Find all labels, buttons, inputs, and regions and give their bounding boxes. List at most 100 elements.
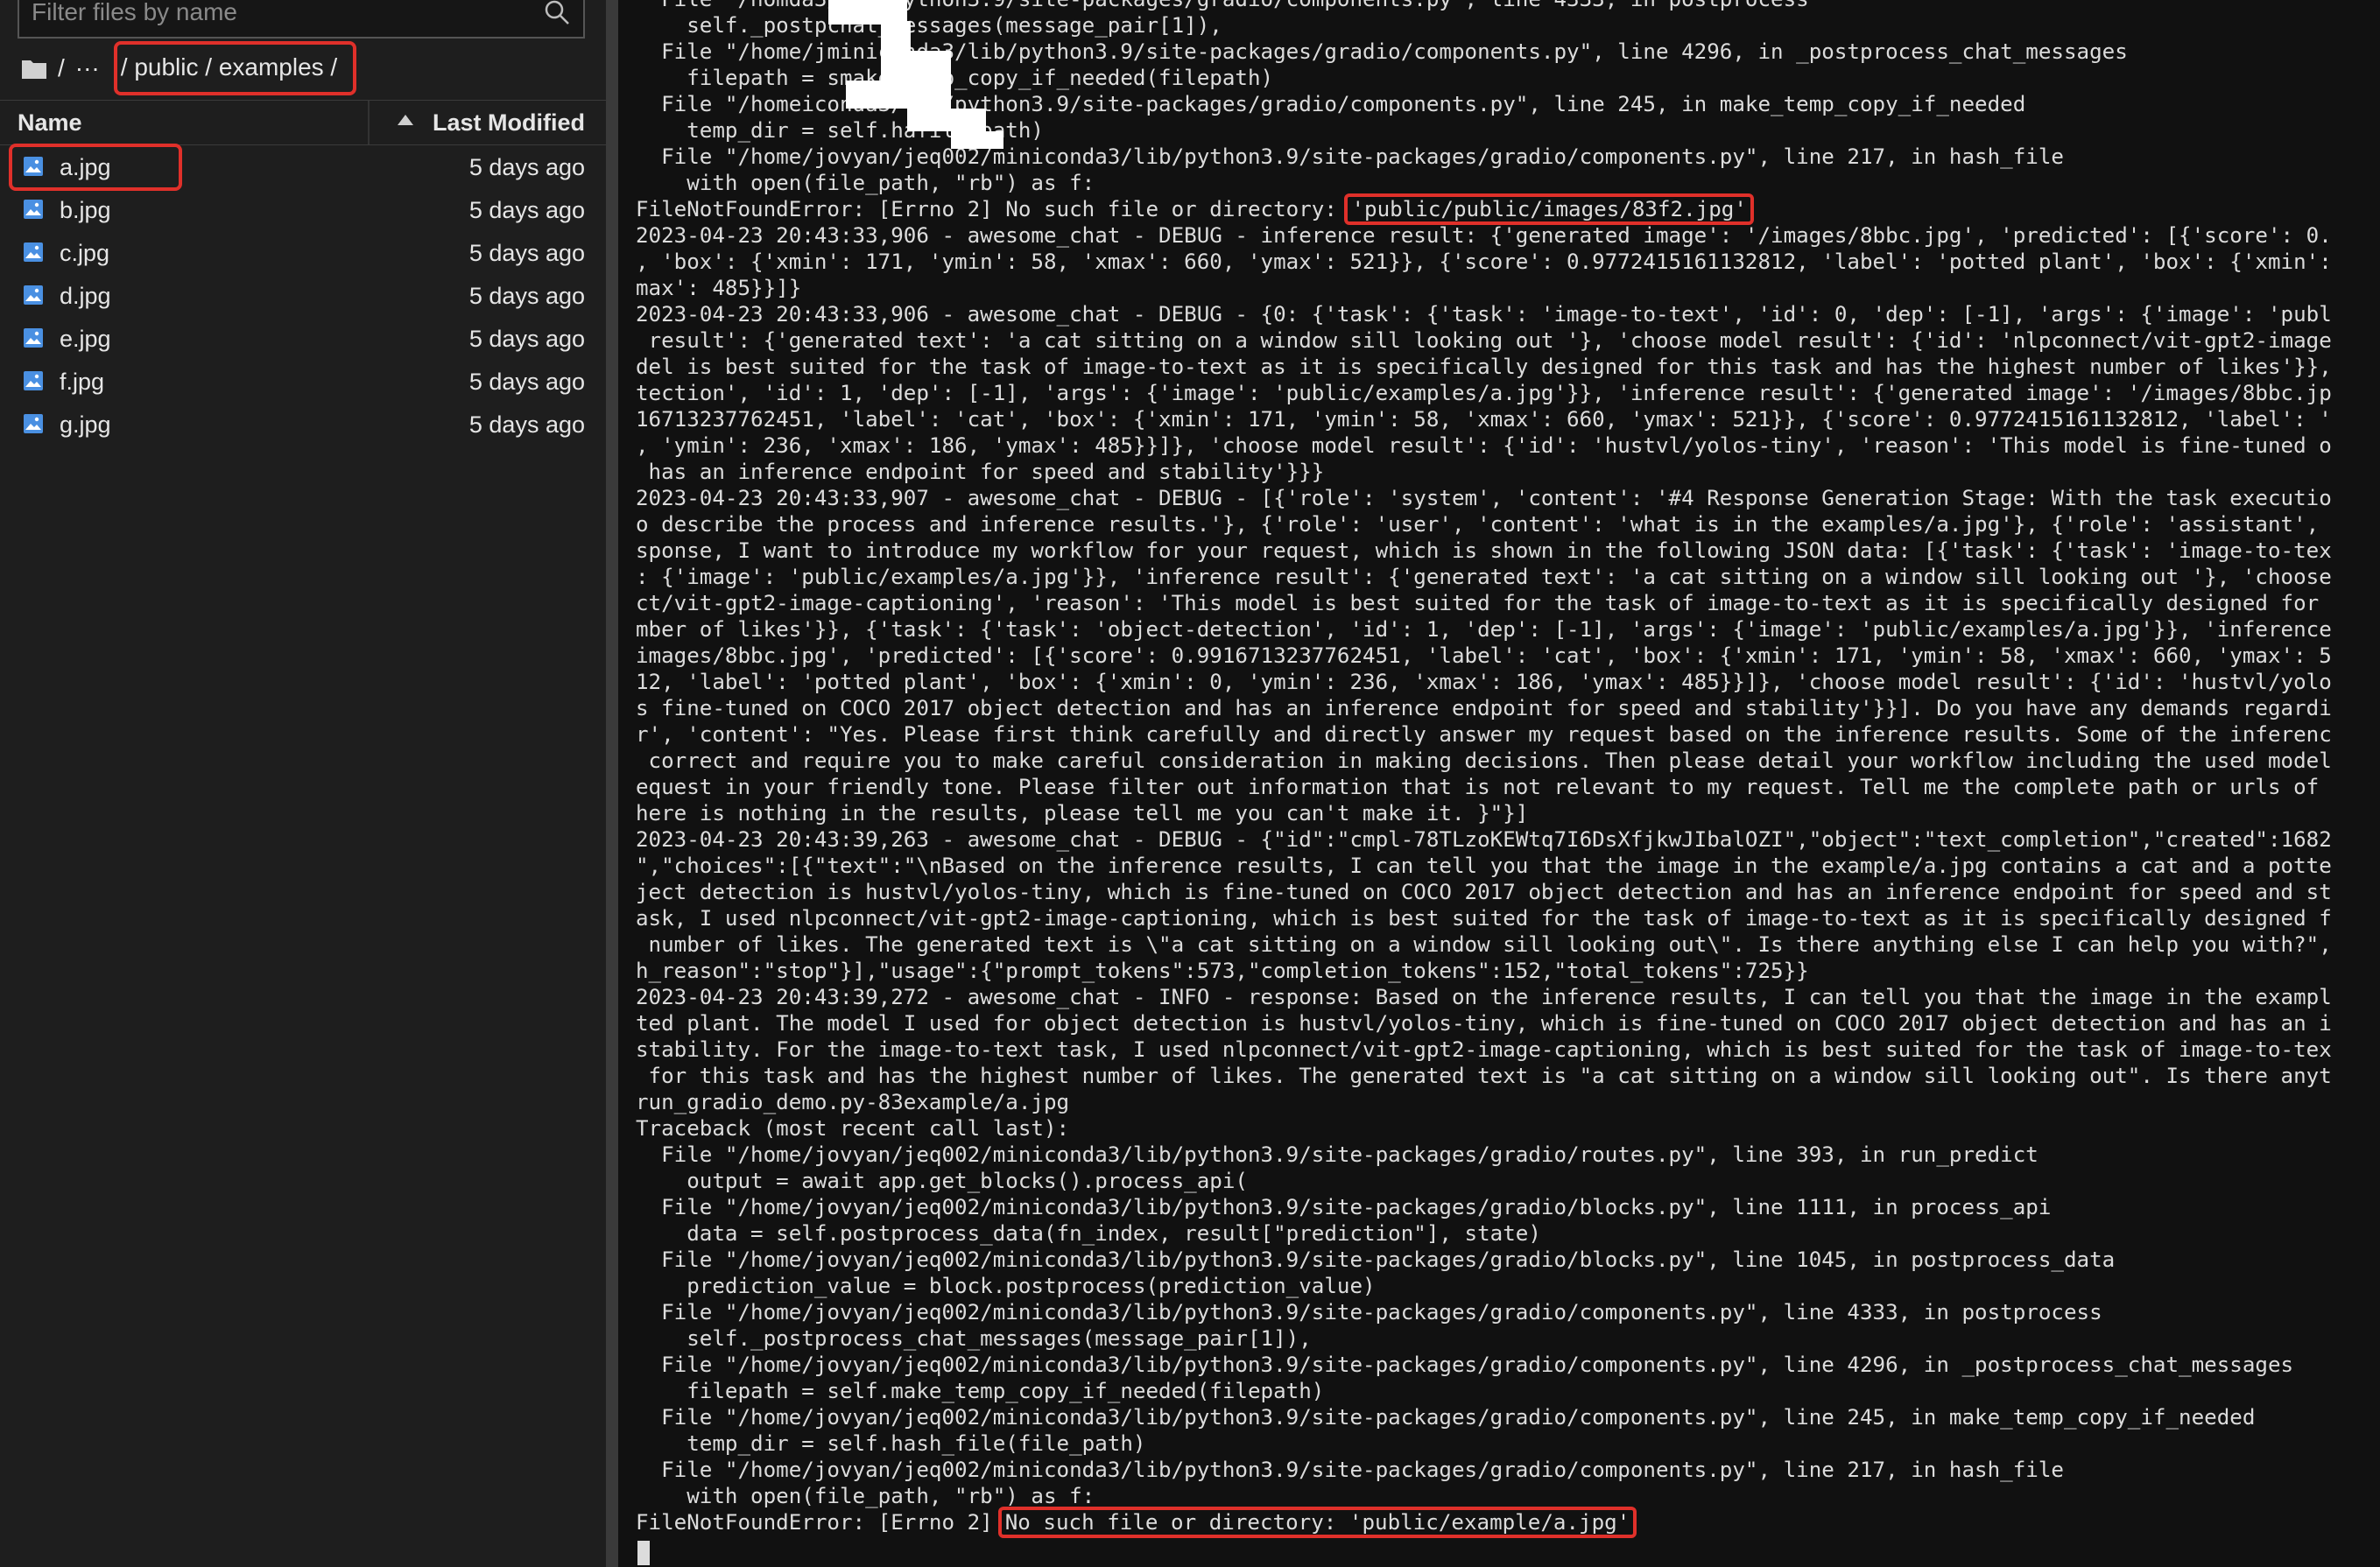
file-row-d-jpg[interactable]: d.jpg 5 days ago: [0, 274, 606, 317]
terminal-line: FileNotFoundError: [Errno 2] No such fil…: [636, 197, 1337, 221]
terminal-line: File "/hom: [636, 0, 789, 11]
terminal-line: 2023-04-23 20:43:33,906 - awesome_chat -…: [636, 302, 2332, 327]
file-row-e-jpg[interactable]: e.jpg 5 days ago: [0, 317, 606, 360]
terminal-line: data = self.postprocess_data(fn_index, r…: [636, 1221, 1541, 1246]
terminal-line: filepath = self.make_temp_copy_if_needed…: [636, 1379, 1325, 1403]
terminal-line: da3/lib/python3.9/site-packages/gradio/c…: [789, 0, 1809, 11]
file-row-a-jpg[interactable]: a.jpg 5 days ago: [0, 144, 606, 191]
terminal-line: number of likes. The generated text is \…: [636, 932, 2332, 957]
terminal-line: File "/home/jovyan/jeq002/miniconda3/lib…: [636, 144, 2064, 169]
file-modified: 5 days ago: [468, 283, 585, 309]
terminal-line: File "/home/jovyan/jeq002/miniconda3/lib…: [636, 1353, 2294, 1377]
file-row-f-jpg[interactable]: f.jpg 5 days ago: [0, 360, 606, 403]
file-row-g-jpg[interactable]: g.jpg 5 days ago: [0, 403, 606, 446]
file-name: a.jpg: [60, 154, 111, 180]
terminal-line: File "/home/jovyan/jeq002/miniconda3/lib…: [636, 1300, 2102, 1325]
terminal-line: File "/home/jovyan/jeq002/miniconda3/lib…: [636, 1247, 2116, 1272]
terminal-line: , 'ymin': 236, 'xmax': 186, 'ymax': 485}…: [636, 433, 2332, 458]
terminal-line: File "/home/jovyan/jeq002/miniconda3/lib…: [636, 1458, 2064, 1482]
terminal-line: Traceback (most recent call last):: [636, 1116, 1070, 1141]
terminal-line: 2023-04-23 20:43:33,907 - awesome_chat -…: [636, 486, 2332, 510]
image-file-icon: [24, 157, 43, 176]
redaction-block: [951, 131, 1003, 149]
terminal-line: sponse, I want to introduce my workflow …: [636, 538, 2332, 563]
breadcrumb: / ··· / public / examples /: [21, 41, 357, 95]
redaction-block: [881, 51, 951, 81]
terminal-line: File "/home: [636, 92, 802, 116]
image-file-icon: [24, 285, 43, 305]
terminal-line: correct and require you to make careful …: [636, 748, 2332, 773]
terminal-line: ask, I used nlpconnect/vit-gpt2-image-ca…: [636, 906, 2332, 931]
error-path-highlight: 'public/public/images/83f2.jpg': [1344, 193, 1754, 225]
image-file-icon: [24, 242, 43, 262]
terminal-line: for this task and has the highest number…: [636, 1064, 2332, 1088]
terminal-line: self._postp: [636, 13, 827, 38]
terminal-line: here is nothing in the results, please t…: [636, 801, 1529, 826]
file-browser-panel: / ··· / public / examples / Name Last Mo…: [0, 0, 606, 1567]
column-header-last-modified[interactable]: Last Modified: [433, 109, 585, 137]
file-modified: 5 days ago: [468, 240, 585, 266]
terminal-line: stability. For the image-to-text task, I…: [636, 1037, 2332, 1062]
breadcrumb-ellipsis[interactable]: ···: [75, 54, 100, 82]
terminal-line: 12, 'label': 'potted plant', 'box': {'xm…: [636, 670, 2332, 694]
filter-files-input[interactable]: [32, 0, 522, 30]
terminal-line: self._postprocess_chat_messages(message_…: [636, 1326, 1312, 1351]
file-name: e.jpg: [60, 326, 111, 352]
terminal-line: with open(file_path, "rb") as f:: [636, 1484, 1095, 1508]
terminal-line: 16713237762451, 'label': 'cat', 'box': {…: [636, 407, 2332, 432]
image-file-icon: [24, 371, 43, 390]
terminal-line: ject detection is hustvl/yolos-tiny, whi…: [636, 880, 2332, 904]
image-file-icon: [24, 328, 43, 348]
terminal-line: r', 'content': "Yes. Please first think …: [636, 722, 2332, 747]
terminal-line: File "/home/jovyan/jeq002/miniconda3/lib…: [636, 1405, 2256, 1430]
breadcrumb-path[interactable]: / public / examples /: [113, 41, 357, 95]
filter-files-box[interactable]: [18, 0, 585, 39]
terminal-line: ted plant. The model I used for object d…: [636, 1011, 2332, 1036]
sort-ascending-icon[interactable]: [398, 115, 413, 125]
file-modified: 5 days ago: [468, 326, 585, 352]
file-modified: 5 days ago: [468, 197, 585, 223]
terminal-line: File "/home/jovyan/jeq002/miniconda3/lib…: [636, 1142, 2038, 1167]
terminal-line: 2023-04-23 20:43:39,263 - awesome_chat -…: [636, 827, 2332, 852]
terminal-line: temp_dir = self.hash_file(file_path): [636, 1431, 1146, 1456]
breadcrumb-root[interactable]: /: [58, 54, 65, 82]
file-modified: 5 days ago: [468, 369, 585, 395]
terminal-cursor: [637, 1541, 650, 1565]
file-row-c-jpg[interactable]: c.jpg 5 days ago: [0, 231, 606, 274]
terminal-line: temp_dir = self.ha: [636, 118, 917, 143]
terminal-line: with open(file_path, "rb") as f:: [636, 171, 1095, 195]
folder-icon[interactable]: [21, 57, 47, 80]
terminal-line: File "/home/j: [636, 39, 827, 64]
file-name: c.jpg: [60, 240, 110, 266]
redaction-block: [846, 81, 951, 109]
file-row-b-jpg[interactable]: b.jpg 5 days ago: [0, 188, 606, 231]
redaction-block: [907, 109, 986, 131]
search-icon[interactable]: [543, 0, 571, 26]
file-modified: 5 days ago: [468, 154, 585, 180]
file-name: f.jpg: [60, 369, 105, 395]
terminal-line: 2023-04-23 20:43:33,906 - awesome_chat -…: [636, 223, 2332, 248]
file-name: d.jpg: [60, 283, 111, 309]
terminal-line: ","choices":[{"text":"\nBased on the inf…: [636, 854, 2332, 878]
terminal-panel[interactable]: File "/homda3/lib/python3.9/site-package…: [618, 0, 2380, 1567]
file-modified: 5 days ago: [468, 411, 585, 438]
terminal-line: tection', 'id': 1, 'dep': [-1], 'args': …: [636, 381, 2332, 405]
terminal-line: images/8bbc.jpg', 'predicted': [{'score'…: [636, 643, 2332, 668]
terminal-line: FileNotFoundError: [Errno 2]: [636, 1510, 993, 1535]
column-divider: [368, 101, 370, 144]
terminal-line: max': 485}}]}: [636, 276, 802, 300]
terminal-line: result': {'generated text': 'a cat sitti…: [636, 328, 2332, 353]
terminal-line: ct/vit-gpt2-image-captioning', 'reason':…: [636, 591, 2320, 615]
file-list-header: Name Last Modified: [0, 100, 606, 145]
terminal-line: has an inference endpoint for speed and …: [636, 460, 1325, 484]
terminal-line: del is best suited for the task of image…: [636, 355, 2332, 379]
terminal-line: miniconda3/lib/python3.9/site-packages/g…: [827, 39, 2128, 64]
panel-splitter[interactable]: [606, 0, 618, 1567]
terminal-line: filepath = s: [636, 66, 840, 90]
terminal-line: , 'box': {'xmin': 171, 'ymin': 58, 'xmax…: [636, 249, 2332, 274]
column-header-name[interactable]: Name: [18, 109, 82, 137]
terminal-line: s fine-tuned on COCO 2017 object detecti…: [636, 696, 2332, 720]
terminal-line: : {'image': 'public/examples/a.jpg'}}, '…: [636, 565, 2332, 589]
redaction-block: [881, 21, 911, 53]
terminal-line: mber of likes'}}, {'task': {'task': 'obj…: [636, 617, 2332, 642]
